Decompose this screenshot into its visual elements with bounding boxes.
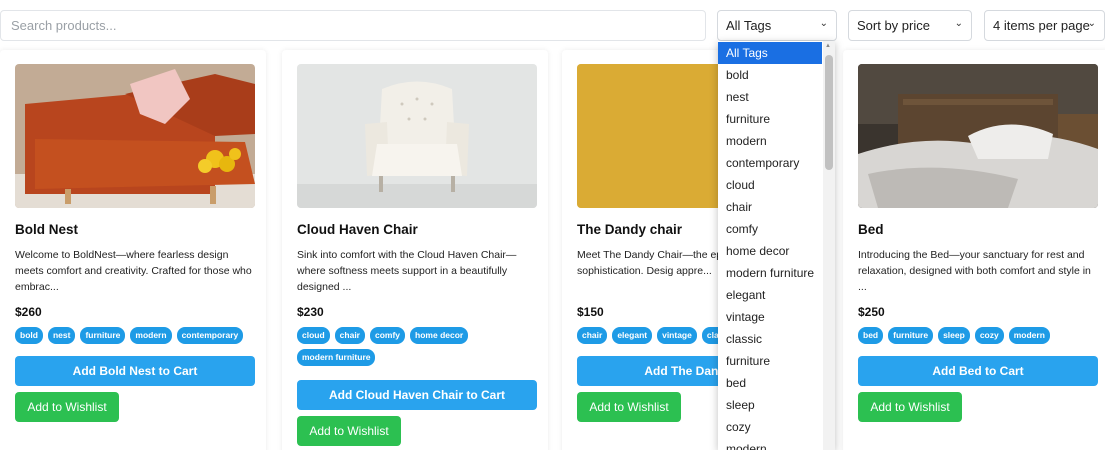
chevron-down-icon: ⌄ (1087, 18, 1096, 29)
tag-badge: chair (334, 327, 365, 344)
chevron-down-icon: ⌄ (819, 18, 828, 29)
product-image-bed (858, 64, 1098, 208)
tag-filter-value: All Tags (726, 18, 772, 33)
tag-option[interactable]: sleep (718, 394, 822, 416)
tag-badge: modern (130, 327, 172, 344)
product-description: Introducing the Bed—your sanctuary for r… (858, 249, 1091, 293)
tag-badge: furniture (80, 327, 126, 344)
tag-option[interactable]: All Tags (718, 42, 822, 64)
add-to-wishlist-button[interactable]: Add to Wishlist (858, 392, 962, 422)
items-per-page-value: 4 items per page (993, 18, 1090, 33)
tag-badge: contemporary (176, 327, 244, 344)
tag-badge: bed (858, 327, 884, 344)
search-input[interactable] (0, 10, 706, 41)
tag-filter-select[interactable]: All Tags ⌄ (717, 10, 837, 41)
product-name: The Dandy chair (577, 222, 683, 237)
add-to-wishlist-button[interactable]: Add to Wishlist (15, 392, 119, 422)
tag-option[interactable]: modern furniture (718, 262, 822, 284)
tag-badge: modern furniture (297, 349, 376, 366)
product-description: Sink into comfort with the Cloud Haven C… (297, 249, 517, 293)
tag-option[interactable]: comfy (718, 218, 822, 240)
tag-option[interactable]: vintage (718, 306, 822, 328)
tag-badge: chair (577, 327, 608, 344)
dropdown-scrollbar[interactable]: ▲ (823, 41, 835, 450)
add-to-cart-button[interactable]: Add Bed to Cart (858, 356, 1098, 386)
tag-badge: home decor (410, 327, 469, 344)
scrollbar-thumb[interactable] (825, 55, 833, 170)
chevron-down-icon: ⌄ (954, 18, 963, 29)
tag-option[interactable]: furniture (718, 350, 822, 372)
product-price: $260 (15, 305, 42, 319)
tag-option[interactable]: bold (718, 64, 822, 86)
tag-badge: bold (15, 327, 43, 344)
tag-option[interactable]: furniture (718, 108, 822, 130)
product-name: Bold Nest (15, 222, 79, 237)
product-name: Bed (858, 222, 884, 237)
product-card: Bold Nest Welcome to BoldNest—where fear… (0, 50, 266, 450)
product-price: $150 (577, 305, 604, 319)
tag-option[interactable]: elegant (718, 284, 822, 306)
add-to-wishlist-button[interactable]: Add to Wishlist (577, 392, 681, 422)
add-to-cart-button[interactable]: Add Cloud Haven Chair to Cart (297, 380, 537, 410)
tag-badge: comfy (370, 327, 406, 344)
tag-badge: cloud (297, 327, 330, 344)
product-tags: bed furniture sleep cozy modern (858, 327, 1103, 344)
tag-badge: furniture (888, 327, 934, 344)
product-tags: bold nest furniture modern contemporary (15, 327, 260, 344)
sort-select[interactable]: Sort by price ⌄ (848, 10, 972, 41)
product-image-armchair (297, 64, 537, 208)
tag-badge: elegant (612, 327, 653, 344)
tag-option[interactable]: contemporary (718, 152, 822, 174)
tag-badge: cozy (974, 327, 1004, 344)
tag-option[interactable]: bed (718, 372, 822, 394)
filter-toolbar: All Tags ⌄ Sort by price ⌄ 4 items per p… (0, 0, 1105, 50)
add-to-cart-button[interactable]: Add Bold Nest to Cart (15, 356, 255, 386)
product-price: $230 (297, 305, 324, 319)
product-description: Welcome to BoldNest—where fearless desig… (15, 249, 252, 293)
add-to-wishlist-button[interactable]: Add to Wishlist (297, 416, 401, 446)
product-name: Cloud Haven Chair (297, 222, 418, 237)
tag-badge: nest (47, 327, 76, 344)
tag-badge: modern (1008, 327, 1050, 344)
tag-option[interactable]: cozy (718, 416, 822, 438)
tag-option[interactable]: home decor (718, 240, 822, 262)
tag-option[interactable]: chair (718, 196, 822, 218)
product-price: $250 (858, 305, 885, 319)
tag-badge: vintage (657, 327, 697, 344)
items-per-page-select[interactable]: 4 items per page ⌄ (984, 10, 1105, 41)
product-image-sofa (15, 64, 255, 208)
tag-filter-dropdown: All Tags bold nest furniture modern cont… (718, 41, 835, 450)
tag-option[interactable]: modern (718, 438, 822, 450)
tag-option[interactable]: cloud (718, 174, 822, 196)
scroll-up-arrow-icon[interactable]: ▲ (825, 43, 831, 49)
sort-value: Sort by price (857, 18, 930, 33)
product-card: Cloud Haven Chair Sink into comfort with… (282, 50, 548, 450)
tag-option[interactable]: modern (718, 130, 822, 152)
tag-option[interactable]: nest (718, 86, 822, 108)
tag-badge: sleep (938, 327, 970, 344)
tag-option[interactable]: classic (718, 328, 822, 350)
product-tags: cloud chair comfy home decor modern furn… (297, 327, 542, 366)
product-card: Bed Introducing the Bed—your sanctuary f… (843, 50, 1105, 450)
